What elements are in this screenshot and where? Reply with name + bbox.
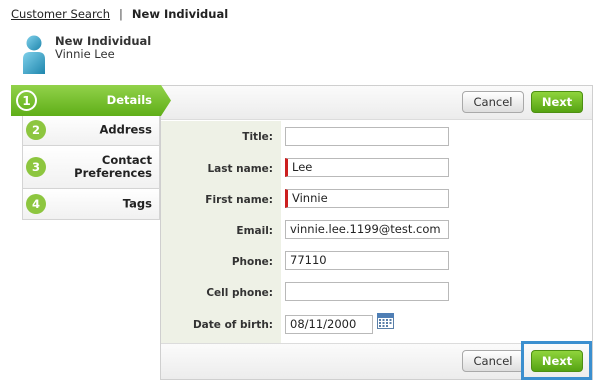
tab-details[interactable]: 1 Details	[11, 85, 172, 116]
last-name-label: Last name:	[207, 163, 273, 175]
breadcrumb-separator: |	[119, 7, 123, 21]
first-name-label: First name:	[205, 194, 273, 206]
breadcrumb: Customer Search | New Individual	[11, 6, 228, 22]
top-toolbar	[161, 86, 592, 120]
date-of-birth-field[interactable]: 08/11/2000	[285, 315, 373, 334]
cancel-button-top[interactable]: Cancel	[462, 91, 524, 113]
step-number: 4	[26, 194, 46, 214]
tab-label: Address	[99, 122, 152, 137]
phone-field[interactable]: 77110	[285, 251, 449, 270]
phone-label: Phone:	[231, 256, 273, 268]
next-button-top[interactable]: Next	[531, 91, 583, 113]
last-name-field[interactable]: Lee	[285, 158, 449, 177]
record-name: Vinnie Lee	[55, 47, 115, 61]
title-label: Title:	[242, 131, 273, 143]
cancel-button-bottom[interactable]: Cancel	[462, 350, 524, 372]
first-name-field[interactable]: Vinnie	[285, 189, 449, 208]
cell-phone-field[interactable]	[285, 282, 449, 301]
tab-label: Details	[106, 93, 152, 107]
tab-contact-preferences[interactable]: 3 Contact Preferences	[22, 146, 160, 189]
cell-phone-label: Cell phone:	[206, 287, 273, 299]
next-button-focus-outline	[521, 341, 592, 380]
step-number: 1	[16, 90, 37, 111]
step-number: 2	[26, 120, 46, 140]
title-field[interactable]	[285, 127, 449, 146]
email-label: Email:	[236, 225, 273, 237]
tab-address[interactable]: 2 Address	[22, 115, 160, 146]
record-type-title: New Individual	[55, 34, 152, 48]
tab-label: Contact Preferences	[74, 153, 152, 180]
tab-tags[interactable]: 4 Tags	[22, 189, 160, 220]
calendar-icon[interactable]	[377, 313, 394, 329]
person-icon	[23, 35, 45, 74]
tab-label: Tags	[122, 196, 152, 211]
breadcrumb-current: New Individual	[131, 7, 229, 21]
step-tabs: 2 Address 3 Contact Preferences 4 Tags	[22, 115, 160, 220]
email-field[interactable]: vinnie.lee.1199@test.com	[285, 220, 449, 239]
step-number: 3	[26, 157, 46, 177]
date-of-birth-label: Date of birth:	[192, 319, 273, 331]
breadcrumb-customer-search-link[interactable]: Customer Search	[11, 7, 110, 21]
